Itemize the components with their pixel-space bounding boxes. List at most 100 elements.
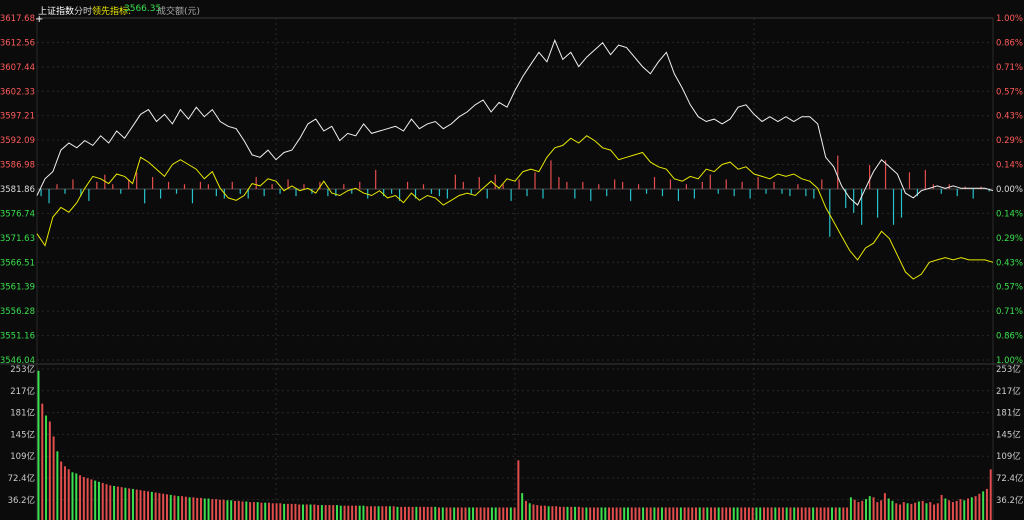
up-down-bar: [821, 179, 823, 189]
up-down-bar: [606, 189, 608, 197]
up-down-bar: [884, 160, 887, 189]
volume-bar: [464, 507, 467, 520]
volume-bar: [381, 506, 384, 520]
volume-bar: [79, 475, 82, 520]
volume-bar: [895, 503, 898, 520]
price-tick-label-left: 3551.16: [0, 332, 35, 342]
up-down-bar: [757, 177, 759, 189]
volume-bar: [838, 507, 841, 520]
volume-bar: [332, 505, 335, 520]
volume-bar: [377, 506, 380, 520]
percent-tick-label-right: 0.86%: [996, 332, 1023, 342]
volume-bar: [940, 494, 943, 520]
percent-tick-label-right: 0.29%: [996, 136, 1023, 146]
volume-bar: [411, 506, 414, 520]
volume-tick-label-left: 145亿: [10, 429, 35, 440]
up-down-bar: [526, 189, 528, 197]
crosshair-icon: +: [35, 14, 44, 25]
up-down-bar: [422, 184, 425, 189]
volume-bar: [63, 466, 66, 520]
up-down-bar: [271, 184, 273, 189]
volume-bar: [336, 505, 338, 520]
volume-bar: [747, 507, 750, 520]
up-down-bar: [924, 169, 926, 189]
up-down-bar: [510, 189, 512, 201]
volume-bar: [759, 507, 762, 520]
volume-bar: [267, 502, 270, 520]
up-down-bar: [749, 189, 751, 199]
volume-bar: [963, 500, 966, 520]
up-down-bar: [717, 189, 719, 194]
volume-bar: [740, 507, 743, 520]
volume-bar: [347, 505, 350, 520]
volume-bar: [487, 507, 490, 520]
up-down-bar: [733, 189, 735, 197]
up-down-bar: [430, 189, 433, 194]
volume-bar: [815, 507, 818, 520]
up-down-bar: [255, 177, 257, 189]
percent-tick-label-right: 0.29%: [996, 234, 1023, 244]
up-down-bar: [829, 189, 831, 237]
up-down-bar: [645, 189, 648, 194]
up-down-bar: [614, 179, 616, 189]
up-down-bar: [701, 181, 703, 189]
up-down-bar: [359, 181, 361, 189]
up-down-bar: [96, 181, 98, 189]
volume-bar: [687, 507, 690, 520]
up-down-bar: [869, 165, 871, 189]
volume-bar: [691, 507, 694, 520]
up-down-bar: [653, 177, 656, 189]
volume-bar: [286, 503, 289, 520]
volume-tick-label-left: 36.2亿: [8, 495, 35, 506]
volume-bar: [313, 504, 316, 520]
up-down-bar: [956, 189, 958, 197]
percent-tick-label-right: 0.57%: [996, 87, 1023, 97]
volume-bar: [744, 507, 747, 520]
volume-bar: [596, 507, 599, 520]
volume-tick-label-right: 145亿: [996, 429, 1021, 440]
up-down-bar: [88, 189, 90, 201]
volume-bar: [555, 506, 558, 520]
volume-bar: [660, 507, 663, 520]
up-down-bar: [152, 177, 154, 189]
volume-bar: [551, 506, 554, 520]
percent-tick-label-right: 0.71%: [996, 307, 1023, 317]
volume-bar: [275, 503, 278, 520]
volume-bar: [812, 507, 815, 520]
volume-bar: [623, 507, 626, 520]
volume-bar: [823, 507, 826, 520]
volume-bar: [67, 469, 70, 520]
price-tick-label-left: 3571.63: [0, 234, 35, 244]
volume-bar: [305, 504, 308, 520]
volume-bar: [241, 501, 244, 520]
up-down-bar: [813, 189, 815, 199]
volume-bar: [849, 497, 852, 520]
up-down-bar: [637, 184, 640, 189]
up-down-bar: [805, 189, 807, 197]
up-down-bar: [900, 189, 903, 218]
up-down-bar: [622, 181, 624, 189]
volume-bar: [351, 505, 354, 520]
up-down-bar: [327, 189, 329, 197]
volume-bar: [868, 496, 871, 520]
volume-bar: [105, 484, 108, 520]
volume-label: 成交额(元): [157, 7, 201, 17]
volume-bar: [608, 507, 611, 520]
intraday-chart[interactable]: 3617.68 1.00% 3612.56 0.86% 3607.44 0.71% 3602…: [0, 0, 1024, 520]
volume-bar: [547, 506, 550, 520]
volume-bar: [600, 507, 603, 520]
up-down-bar: [295, 189, 297, 197]
index-name[interactable]: 上证指数: [38, 4, 74, 17]
volume-bar: [781, 507, 784, 520]
volume-bar: [479, 507, 482, 520]
up-down-bar: [454, 174, 456, 189]
volume-bar: [94, 480, 97, 520]
up-down-bar: [590, 189, 592, 201]
percent-tick-label-right: 0.14%: [996, 209, 1023, 219]
volume-bar: [343, 505, 346, 520]
volume-bar: [294, 503, 297, 520]
volume-bar: [222, 499, 225, 520]
timeframe-label[interactable]: 分时: [74, 4, 92, 17]
up-down-bar: [375, 169, 377, 189]
volume-bar: [392, 506, 395, 520]
